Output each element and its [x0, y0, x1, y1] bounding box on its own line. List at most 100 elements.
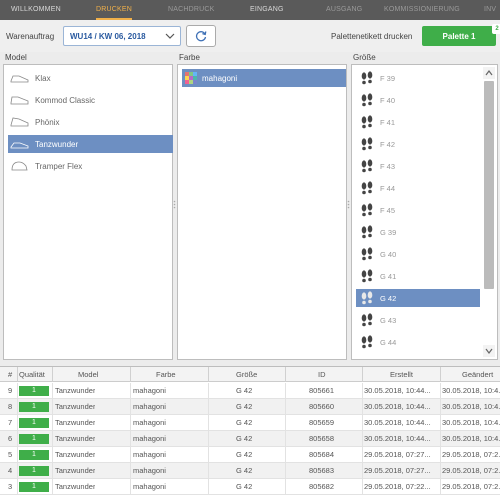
shoe-icon [10, 75, 29, 83]
warenauftrag-select[interactable]: WU14 / KW 06, 2018 [63, 26, 181, 46]
model-label: Kommod Classic [35, 95, 96, 105]
size-item[interactable]: F 43 [356, 157, 480, 175]
size-item[interactable]: G 42 [356, 289, 480, 307]
model-item-kommod-classic[interactable]: Kommod Classic [8, 91, 173, 109]
size-item[interactable]: F 44 [356, 179, 480, 197]
cell-geaendert: 30.05.2018, 10:4... [442, 402, 500, 411]
size-item[interactable]: F 41 [356, 113, 480, 131]
table-header: # Qualität Model Farbe Größe ID Erstellt… [0, 367, 500, 382]
tab-eingang[interactable]: EINGANG [250, 0, 284, 20]
cell-nr: 9 [8, 386, 13, 395]
size-item[interactable]: F 39 [356, 69, 480, 87]
col-header-qualitaet[interactable]: Qualität [19, 370, 45, 379]
tab-ausgang[interactable]: AUSGANG [326, 0, 362, 20]
cell-farbe: mahagoni [133, 482, 166, 491]
footprint-icon [361, 225, 373, 239]
shoe-icon [10, 142, 29, 149]
col-header-erstellt[interactable]: Erstellt [390, 370, 413, 379]
tab-nachdruck[interactable]: NACHDRUCK [168, 0, 215, 20]
size-item[interactable]: G 40 [356, 245, 480, 263]
tab-drucken[interactable]: DRUCKEN [96, 0, 133, 20]
size-item[interactable]: F 45 [356, 201, 480, 219]
col-header-geaendert[interactable]: Geändert [462, 370, 493, 379]
col-header-farbe[interactable]: Farbe [156, 370, 176, 379]
col-header-nr[interactable]: # [8, 370, 12, 379]
scroll-down-button[interactable] [483, 345, 495, 357]
cell-groesse: G 42 [236, 418, 253, 427]
size-label: G 41 [380, 271, 397, 281]
cell-erstellt: 29.05.2018, 07:22... [364, 482, 431, 491]
cell-id: 805661 [309, 386, 335, 395]
footprint-icon [361, 159, 373, 173]
quality-badge: 1 [19, 402, 49, 412]
cell-geaendert: 30.05.2018, 10:4... [442, 386, 500, 395]
col-header-groesse[interactable]: Größe [236, 370, 257, 379]
tab-kommissionierung[interactable]: KOMMISSIONIERUNG [384, 0, 460, 20]
refresh-button[interactable] [186, 25, 216, 47]
cell-id: 805658 [309, 434, 335, 443]
model-item-klax[interactable]: Klax [8, 69, 173, 87]
cell-groesse: G 42 [236, 434, 253, 443]
cell-model: Tanzwunder [55, 402, 96, 411]
farbe-list[interactable]: mahagoni [177, 64, 347, 360]
table-row[interactable]: 5 1 Tanzwunder mahagoni G 42 805684 29.05.2018… [0, 447, 500, 463]
splitter-handle[interactable] [173, 200, 176, 209]
model-label: Tramper Flex [35, 161, 83, 171]
size-item[interactable]: G 39 [356, 223, 480, 241]
size-item[interactable]: G 44 [356, 333, 480, 351]
palette-print-button[interactable]: Palette 1 [422, 26, 496, 46]
size-item[interactable]: F 42 [356, 135, 480, 153]
cell-id: 805659 [309, 418, 335, 427]
size-label: F 44 [380, 183, 396, 193]
scroll-up-button[interactable] [483, 67, 495, 79]
groesse-list[interactable]: F 39 F 40 F 41 F 42 F 43 F 44 F 45 G 39 G 40 G 41… [351, 64, 498, 360]
size-item[interactable]: F 40 [356, 91, 480, 109]
quality-badge: 1 [19, 482, 49, 492]
footprint-icon [361, 181, 373, 195]
col-header-model[interactable]: Model [78, 370, 98, 379]
cell-erstellt: 30.05.2018, 10:44... [364, 402, 431, 411]
quality-badge: 1 [19, 386, 49, 396]
model-item-tanzwunder[interactable]: Tanzwunder [8, 135, 173, 153]
footprint-icon [361, 71, 373, 85]
quality-badge: 1 [19, 434, 49, 444]
model-item-tramper-flex[interactable]: Tramper Flex [8, 157, 173, 175]
cell-nr: 4 [8, 466, 13, 475]
palette-count-badge: 2 [492, 24, 500, 34]
tab-willkommen[interactable]: WILLKOMMEN [11, 0, 61, 20]
farbe-item-mahagoni[interactable]: mahagoni [182, 69, 346, 87]
size-item[interactable]: G 41 [356, 267, 480, 285]
scrollbar-thumb[interactable] [484, 81, 494, 289]
footprint-icon [361, 137, 373, 151]
cell-groesse: G 42 [236, 466, 253, 475]
cell-erstellt: 30.05.2018, 10:44... [364, 418, 431, 427]
size-label: G 44 [380, 337, 397, 347]
scrollbar[interactable] [483, 67, 495, 357]
cell-geaendert: 29.05.2018, 07:2... [442, 450, 500, 459]
cell-nr: 5 [8, 450, 13, 459]
size-label: G 39 [380, 227, 397, 237]
cell-erstellt: 29.05.2018, 07:27... [364, 450, 431, 459]
table-row[interactable]: 7 1 Tanzwunder mahagoni G 42 805659 30.05.2018… [0, 415, 500, 431]
size-item[interactable]: G 43 [356, 311, 480, 329]
cell-groesse: G 42 [236, 386, 253, 395]
table-row[interactable]: 4 1 Tanzwunder mahagoni G 42 805683 29.05.2018… [0, 463, 500, 479]
model-item-phoenix[interactable]: Phönix [8, 113, 173, 131]
table-row[interactable]: 9 1 Tanzwunder mahagoni G 42 805661 30.05.2018… [0, 383, 500, 399]
palettenetikett-label: Palettenetikett drucken [331, 32, 413, 41]
cell-geaendert: 30.05.2018, 10:4... [442, 418, 500, 427]
cell-model: Tanzwunder [55, 386, 96, 395]
cell-id: 805683 [309, 466, 335, 475]
cell-farbe: mahagoni [133, 450, 166, 459]
model-header: Model [5, 53, 27, 62]
table-row[interactable]: 8 1 Tanzwunder mahagoni G 42 805660 30.05.2018… [0, 399, 500, 415]
tab-inv[interactable]: INV [484, 0, 496, 20]
table-row[interactable]: 3 1 Tanzwunder mahagoni G 42 805682 29.05.2018… [0, 479, 500, 495]
cell-farbe: mahagoni [133, 418, 166, 427]
model-list[interactable]: Klax Kommod Classic Phönix Tanzwunder Tr… [3, 64, 173, 360]
footprint-icon [361, 203, 373, 217]
splitter-handle[interactable] [347, 200, 350, 209]
table-row[interactable]: 6 1 Tanzwunder mahagoni G 42 805658 30.05.2018… [0, 431, 500, 447]
cell-erstellt: 30.05.2018, 10:44... [364, 434, 431, 443]
col-header-id[interactable]: ID [318, 370, 326, 379]
